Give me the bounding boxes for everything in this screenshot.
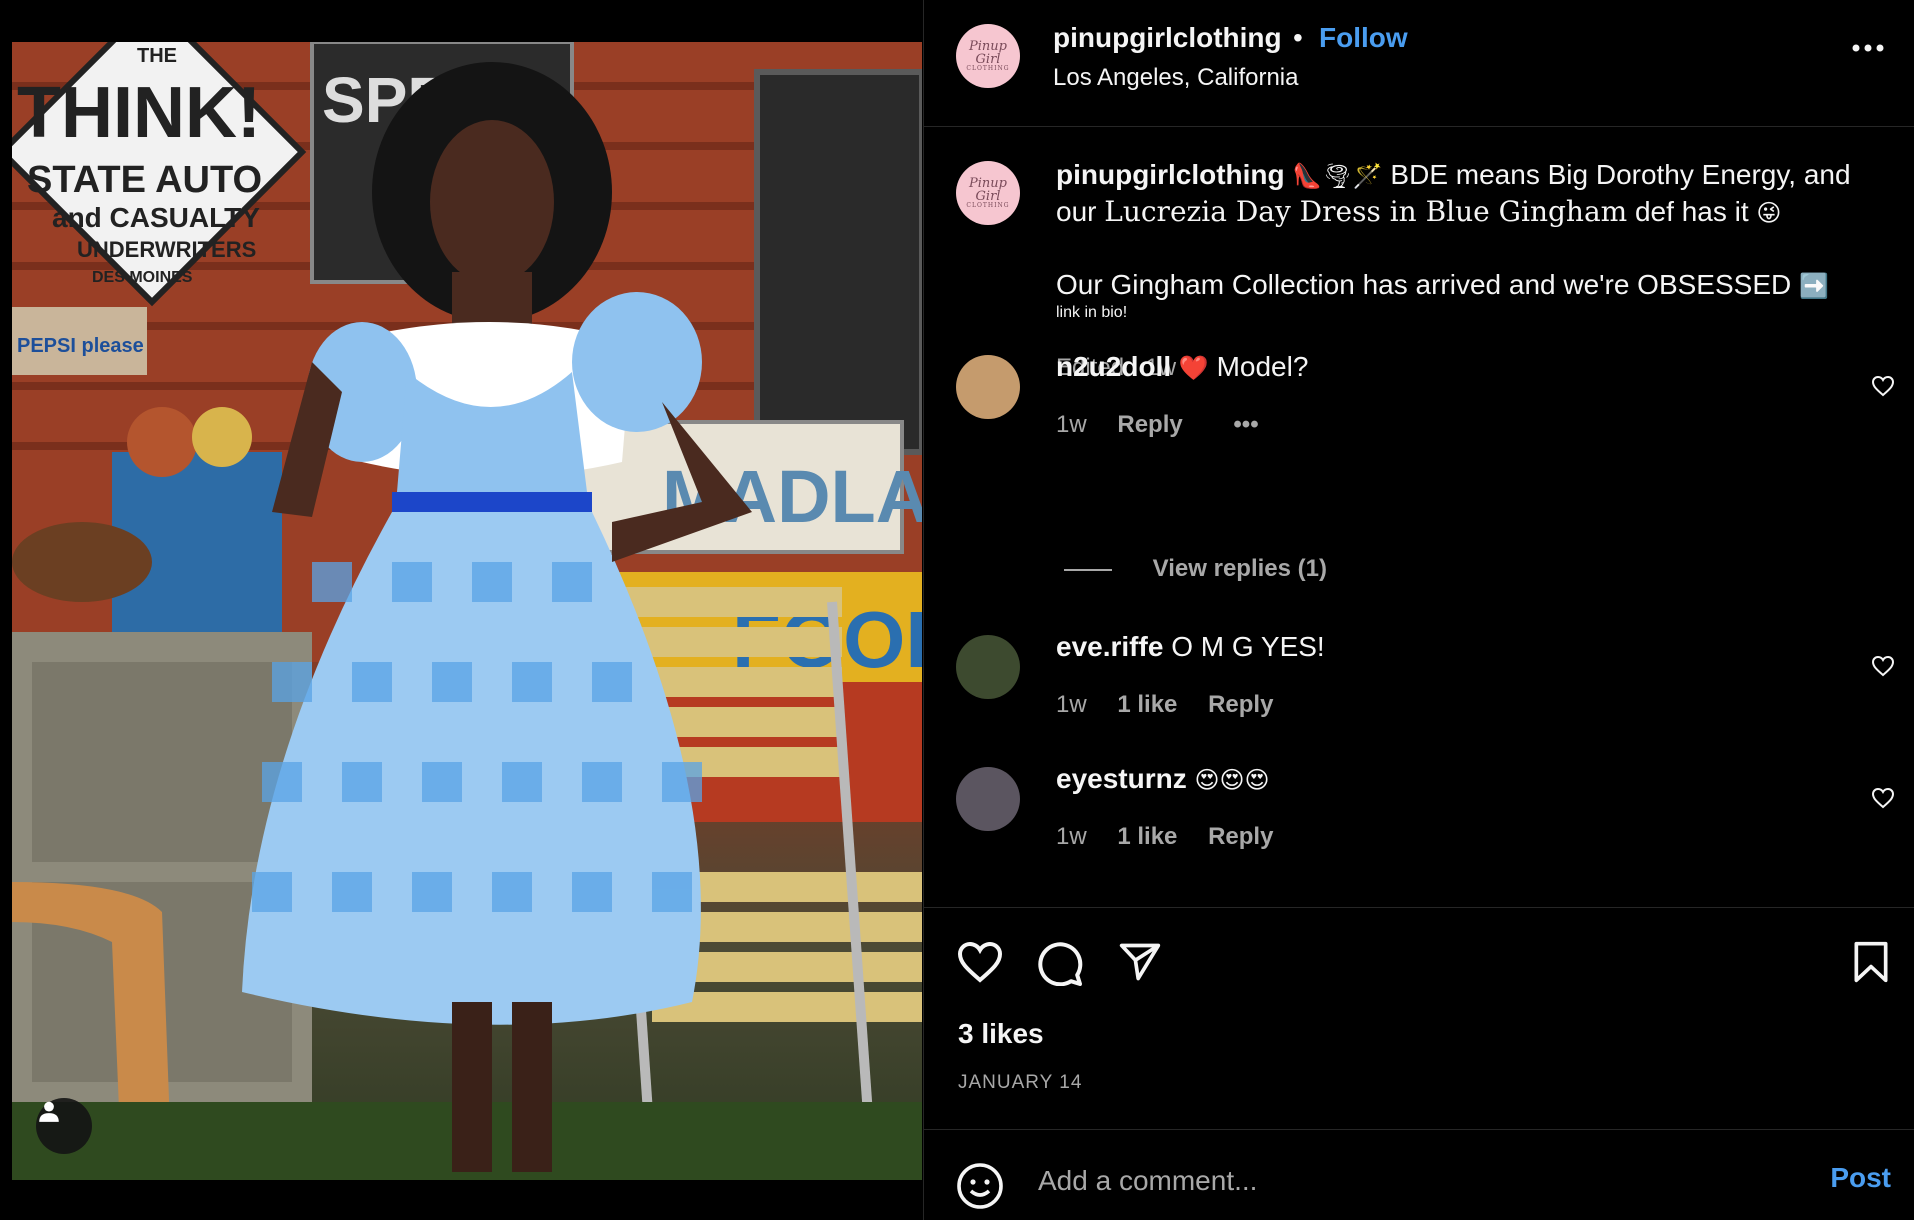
caption-avatar[interactable]: Pinup Girl CLOTHING [956,161,1020,225]
share-button[interactable] [1118,940,1162,989]
author-avatar[interactable]: Pinup Girl CLOTHING [956,24,1020,88]
caption-text-3: Our Gingham Collection has arrived and w… [1056,269,1792,300]
follow-button[interactable]: Follow [1319,22,1408,54]
reply-button[interactable]: Reply [1208,691,1273,718]
emoji-picker-button[interactable] [956,1162,1004,1215]
caption-text-1: BDE means Big Dorothy Energy, and [1390,159,1851,190]
post-actions: 3 likes JANUARY 14 [924,907,1914,1130]
heart-icon [957,941,1003,983]
comment-meta: 1w 1 like Reply [1056,823,1297,851]
comment-text: O M G YES! [1171,631,1325,662]
comments-section[interactable]: Pinup Girl CLOTHING pinupgirlclothing 👠🌪… [924,127,1914,907]
svg-text:DES MOINES: DES MOINES [92,269,193,286]
pine-cones [12,522,152,602]
post-side-panel: Pinup Girl CLOTHING pinupgirlclothing • … [923,0,1914,1220]
bookmark-icon [1854,941,1888,983]
comment-likes[interactable]: 1 like [1117,691,1177,718]
post-comment-button[interactable]: Post [1830,1162,1891,1194]
smiley-icon [957,1163,1003,1209]
avatar-brand-text: Pinup Girl [969,39,1007,67]
header-separator: • [1293,22,1303,53]
user-icon [39,1101,59,1122]
caption-text-2-pre: our [1056,196,1097,227]
caption-text-4: link in bio! [1056,304,1128,321]
svg-text:and CASUALTY: and CASUALTY [52,202,260,233]
photo-illustration: THE THINK! STATE AUTO and CASUALTY UNDER… [12,42,922,1180]
commenter-avatar[interactable] [956,767,1020,831]
reply-button[interactable]: Reply [1208,823,1273,850]
comment-text: Model? [1216,351,1309,382]
post-header: Pinup Girl CLOTHING pinupgirlclothing • … [924,0,1914,127]
likes-count[interactable]: 3 likes [958,1018,1044,1050]
arrow-emoji: ➡️ [1799,272,1829,300]
comment-bubble-icon [1038,942,1083,987]
view-replies-label: View replies (1) [1152,555,1327,582]
view-replies-button[interactable]: View replies (1) [1064,555,1327,583]
comment-meta: 1w 1 like Reply [1056,691,1297,719]
ellipsis-icon [1852,44,1884,52]
svg-text:STATE AUTO: STATE AUTO [27,159,262,201]
avatar-brand-text: Pinup Girl [969,176,1007,204]
comment-time: 1w [1056,411,1087,438]
heart-outline-icon [1871,375,1895,397]
comment-username[interactable]: eyesturnz [1056,763,1187,794]
author-username[interactable]: pinupgirlclothing [1053,22,1282,54]
commenter-avatar[interactable] [956,635,1020,699]
like-button[interactable] [956,940,1004,989]
post-caption: pinupgirlclothing 👠🌪🪄 BDE means Big Doro… [1056,157,1856,322]
post-date: JANUARY 14 [958,1072,1083,1093]
caption-username[interactable]: pinupgirlclothing [1056,159,1285,190]
reply-button[interactable]: Reply [1117,411,1182,438]
commenter-avatar[interactable] [956,355,1020,419]
svg-text:THINK!: THINK! [17,73,261,153]
sign-small-text: THE [137,45,177,67]
post-location[interactable]: Los Angeles, California [1053,64,1298,92]
comment-input[interactable] [1036,1158,1720,1204]
comment-likes[interactable]: 1 like [1117,823,1177,850]
instagram-post-page: THE THINK! STATE AUTO and CASUALTY UNDER… [0,0,1914,1220]
caption-text-2-post: def has it [1634,196,1749,227]
comment-text-row: n2u2doll ❤️ Model? [1056,351,1308,383]
wink-emoji: 😜 [1756,199,1782,227]
comment-more-button[interactable]: ••• [1233,411,1258,438]
like-comment-button[interactable] [1871,375,1895,402]
save-button[interactable] [1851,940,1891,989]
avatar-brand-subtext: CLOTHING [966,202,1010,209]
heart-outline-icon [1871,787,1895,809]
comment-username[interactable]: eve.riffe [1056,631,1163,662]
like-comment-button[interactable] [1871,655,1895,682]
like-comment-button[interactable] [1871,787,1895,814]
caption-product-name: Lucrezia Day Dress in Blue Gingham [1104,195,1628,228]
avatar-brand-subtext: CLOTHING [966,65,1010,72]
comment-username[interactable]: n2u2doll [1056,351,1171,382]
tagged-users-button[interactable] [36,1098,92,1154]
red-heart-emoji: ❤️ [1178,354,1209,382]
comment-text-row: eyesturnz 😍😍😍 [1056,763,1270,795]
heart-outline-icon [1871,655,1895,677]
comment-time: 1w [1056,823,1087,850]
more-options-button[interactable] [1851,40,1885,58]
svg-text:UNDERWRITERS: UNDERWRITERS [77,237,256,262]
window [754,69,922,455]
comment-text: 😍😍😍 [1194,766,1270,794]
comment-text-row: eve.riffe O M G YES! [1056,631,1325,663]
comment-button[interactable] [1036,940,1084,991]
view-replies-line [1064,568,1112,571]
post-photo[interactable]: THE THINK! STATE AUTO and CASUALTY UNDER… [12,42,922,1180]
add-comment-bar: Post [924,1129,1914,1220]
caption-emojis: 👠🌪🪄 [1292,162,1383,190]
pepsi-sign-text: PEPSI please [17,335,144,357]
comment-time: 1w [1056,691,1087,718]
comment-meta: 1w Reply ••• [1056,411,1283,439]
paper-plane-icon [1119,943,1161,981]
